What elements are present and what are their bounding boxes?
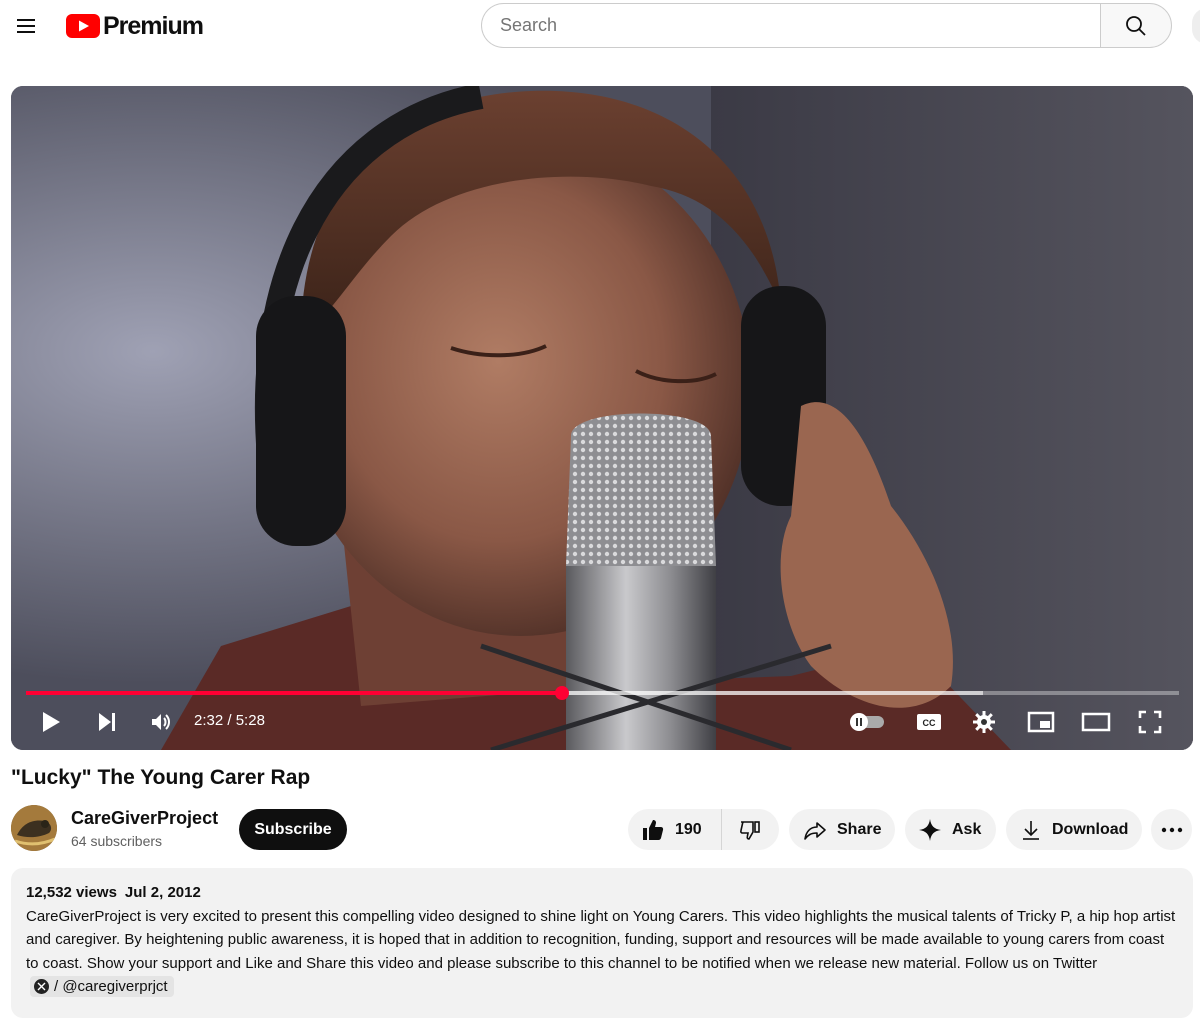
search-input[interactable] xyxy=(500,15,1101,36)
next-icon xyxy=(99,713,115,731)
download-button[interactable]: Download xyxy=(1006,809,1142,850)
upload-date: Jul 2, 2012 xyxy=(124,884,201,901)
more-horizontal-icon xyxy=(1161,827,1182,832)
avatar-button-partial[interactable] xyxy=(1192,8,1200,44)
play-icon xyxy=(43,712,60,732)
twitter-link[interactable]: / @caregiverprjct xyxy=(30,976,174,998)
thumbs-up-icon xyxy=(643,819,664,840)
search-button[interactable] xyxy=(1100,3,1172,48)
gear-icon xyxy=(973,711,995,733)
description-box[interactable]: 12,532 views Jul 2, 2012 CareGiverProject… xyxy=(11,868,1193,1018)
subscribe-button[interactable]: Subscribe xyxy=(239,809,347,850)
miniplayer-button[interactable] xyxy=(1023,706,1059,738)
current-time: 2:32 xyxy=(194,712,224,729)
ask-button[interactable]: Ask xyxy=(905,809,996,850)
video-meta: 12,532 views Jul 2, 2012 xyxy=(26,883,1178,903)
view-count: 12,532 views xyxy=(26,884,117,901)
search-box[interactable] xyxy=(481,3,1101,48)
sparkle-icon xyxy=(919,818,941,841)
captions-icon: CC xyxy=(917,714,941,730)
duration: 5:28 xyxy=(235,712,265,729)
like-dislike-group: 190 xyxy=(628,809,779,850)
twitter-handle: / @caregiverprjct xyxy=(54,978,168,996)
share-label: Share xyxy=(837,820,882,838)
captions-button[interactable]: CC xyxy=(911,706,947,738)
more-actions-button[interactable] xyxy=(1151,809,1192,850)
play-button[interactable] xyxy=(35,706,67,738)
autoplay-toggle[interactable] xyxy=(847,710,887,734)
search-icon xyxy=(1126,15,1146,36)
avatar-image xyxy=(11,805,57,851)
settings-button[interactable] xyxy=(967,706,1001,738)
autoplay-toggle-icon xyxy=(850,713,884,731)
fullscreen-button[interactable] xyxy=(1133,706,1167,738)
theater-mode-icon xyxy=(1081,712,1111,732)
video-title: "Lucky" The Young Carer Rap xyxy=(11,766,311,789)
fullscreen-icon xyxy=(1138,710,1162,734)
subscriber-count: 64 subscribers xyxy=(71,833,163,849)
next-button[interactable] xyxy=(91,706,123,738)
channel-name[interactable]: CareGiverProject xyxy=(71,808,218,829)
guide-menu-button[interactable] xyxy=(6,6,46,46)
download-icon xyxy=(1023,820,1039,840)
dislike-button[interactable] xyxy=(722,809,778,850)
video-frame xyxy=(11,86,1193,750)
channel-avatar[interactable] xyxy=(11,805,57,851)
youtube-premium-logo[interactable]: Premium xyxy=(66,10,204,42)
share-button[interactable]: Share xyxy=(789,809,895,850)
masthead: Premium xyxy=(0,0,1200,56)
description-body: CareGiverProject is very excited to pres… xyxy=(26,908,1176,972)
hamburger-menu-icon xyxy=(17,19,35,33)
thumbs-down-icon xyxy=(740,820,760,840)
download-label: Download xyxy=(1052,820,1129,838)
volume-icon xyxy=(152,714,170,730)
like-count: 190 xyxy=(675,820,702,838)
svg-text:CC: CC xyxy=(923,718,936,728)
youtube-logo-icon xyxy=(66,14,100,38)
played-bar xyxy=(26,691,563,695)
description-text: CareGiverProject is very excited to pres… xyxy=(26,905,1178,998)
like-button[interactable]: 190 xyxy=(628,809,722,850)
time-display: 2:32 / 5:28 xyxy=(194,712,265,729)
share-arrow-icon xyxy=(804,821,826,840)
x-logo-icon xyxy=(34,979,49,995)
progress-bar[interactable] xyxy=(26,686,1179,700)
ask-label: Ask xyxy=(952,820,982,838)
mute-button[interactable] xyxy=(145,706,177,738)
logo-text: Premium xyxy=(103,11,204,40)
video-player[interactable]: 2:32 / 5:28 CC xyxy=(11,86,1193,750)
theater-mode-button[interactable] xyxy=(1077,706,1115,738)
miniplayer-icon xyxy=(1027,711,1055,733)
